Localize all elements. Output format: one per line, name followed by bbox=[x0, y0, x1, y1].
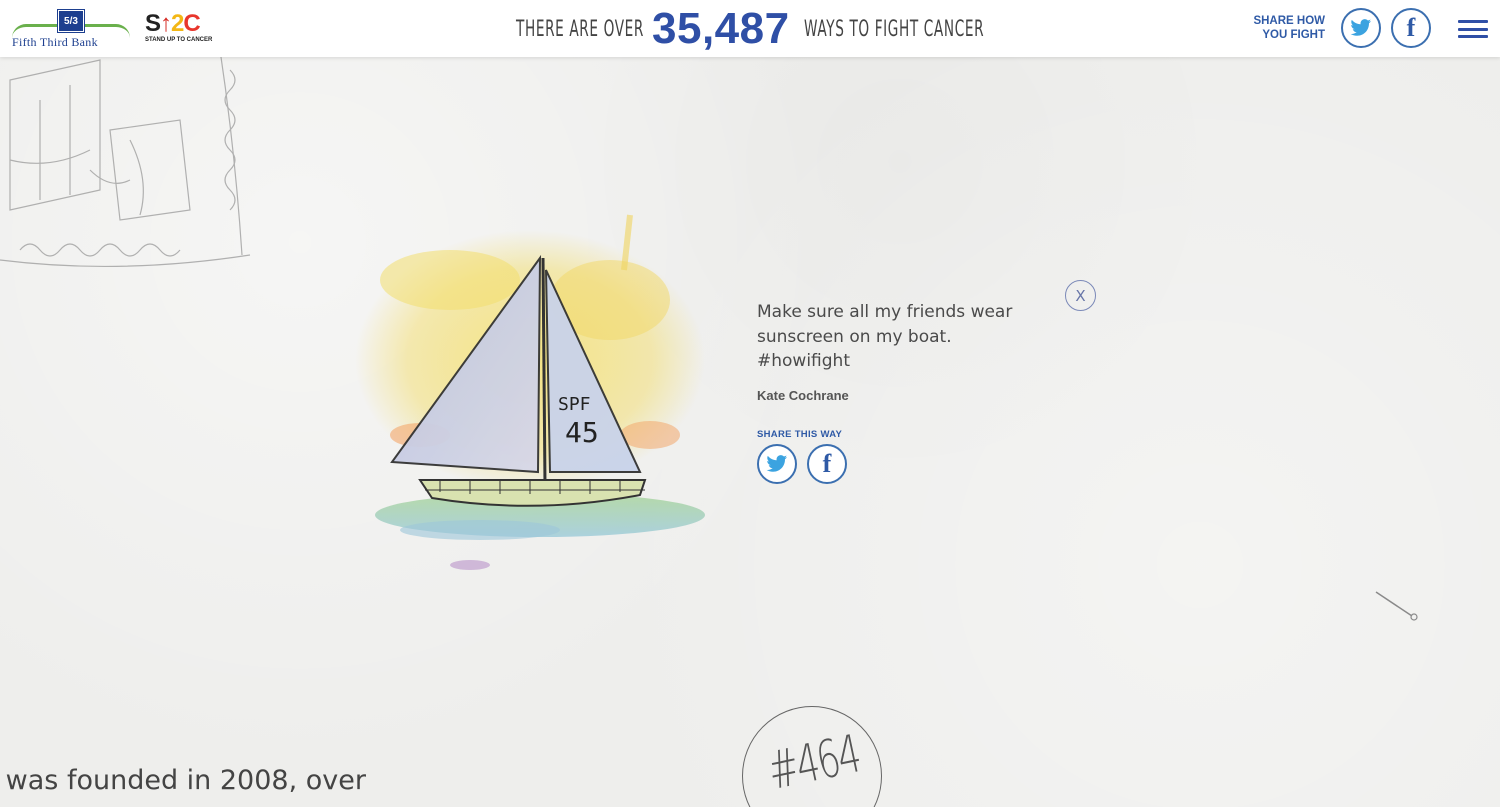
fifth-third-logo[interactable]: 5/3 Fifth Third Bank bbox=[10, 9, 134, 49]
menu-bar bbox=[1458, 27, 1488, 31]
share-how-label: SHARE HOW YOU FIGHT bbox=[1253, 15, 1325, 41]
facebook-f-icon: f bbox=[822, 448, 832, 478]
site-header: 5/3 Fifth Third Bank S↑2C STAND UP TO CA… bbox=[0, 0, 1500, 57]
story-facebook-button[interactable]: f bbox=[807, 443, 847, 484]
su2c-word: S↑2C bbox=[145, 10, 201, 37]
sketch-frame-illustration bbox=[0, 49, 251, 268]
pin-doodle-icon bbox=[1375, 591, 1418, 621]
menu-bar bbox=[1458, 35, 1488, 38]
counter-value: 35,487 bbox=[652, 4, 790, 53]
bank-name: Fifth Third Bank bbox=[12, 35, 98, 49]
svg-text:45: 45 bbox=[565, 416, 599, 449]
facebook-f-icon: f bbox=[1406, 13, 1416, 42]
ways-counter: THERE ARE OVER 35,487 WAYS TO FIGHT CANC… bbox=[516, 4, 988, 54]
story-card: Make sure all my friends wear sunscreen … bbox=[757, 300, 1057, 484]
history-text-fragment: r was founded in 2008, over bbox=[0, 765, 366, 796]
menu-bar bbox=[1458, 20, 1488, 23]
counter-suffix: WAYS TO FIGHT CANCER bbox=[803, 16, 984, 42]
share-this-way-label: SHARE THIS WAY bbox=[757, 428, 843, 440]
story-quote: Make sure all my friends wear sunscreen … bbox=[757, 302, 1013, 371]
su2c-tagline: STAND UP TO CANCER bbox=[145, 37, 213, 43]
hamburger-menu-button[interactable] bbox=[1458, 20, 1488, 38]
close-icon: X bbox=[1075, 286, 1086, 305]
story-share-buttons: f bbox=[757, 443, 1057, 484]
su2c-logo[interactable]: S↑2C STAND UP TO CANCER bbox=[145, 12, 223, 48]
counter-prefix: THERE ARE OVER bbox=[516, 16, 645, 42]
twitter-bird-icon bbox=[1350, 19, 1372, 36]
header-facebook-button[interactable]: f bbox=[1391, 8, 1431, 48]
bank-mark-icon: 5/3 bbox=[57, 9, 85, 33]
close-button[interactable]: X bbox=[1065, 280, 1096, 311]
header-twitter-button[interactable] bbox=[1341, 8, 1381, 48]
story-author: Kate Cochrane bbox=[757, 387, 849, 403]
sailboat-illustration: SPF 45 bbox=[355, 214, 705, 570]
twitter-bird-icon bbox=[766, 454, 788, 472]
story-twitter-button[interactable] bbox=[757, 443, 797, 484]
svg-text:SPF: SPF bbox=[558, 394, 591, 415]
